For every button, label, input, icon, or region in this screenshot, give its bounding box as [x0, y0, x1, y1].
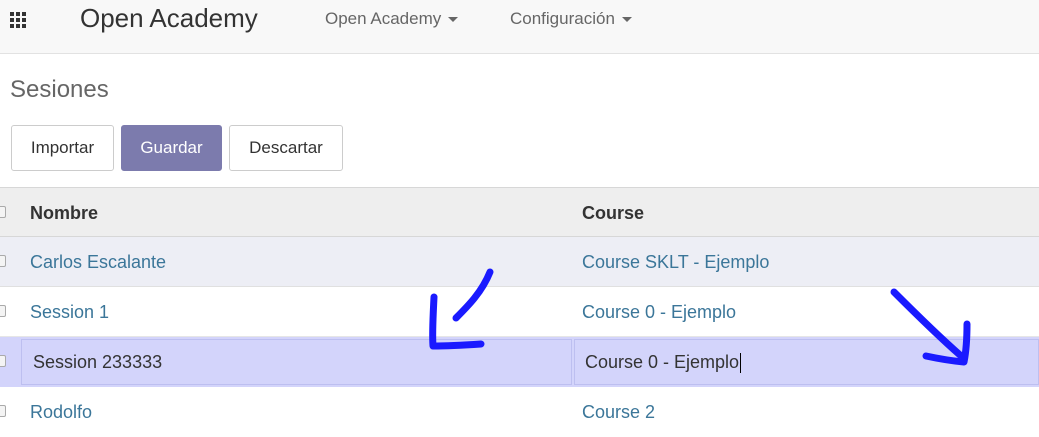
menu-configuracion[interactable]: Configuración — [510, 9, 632, 29]
table-row[interactable]: Session 1 Course 0 - Ejemplo — [0, 287, 1039, 337]
column-header-nombre[interactable]: Nombre — [30, 188, 98, 238]
table-row[interactable]: Rodolfo Course 2 — [0, 387, 1039, 437]
breadcrumb-title: Sesiones — [10, 76, 109, 103]
save-button[interactable]: Guardar — [121, 125, 222, 171]
session-name[interactable]: Session 1 — [30, 287, 109, 337]
row-checkbox[interactable] — [0, 405, 6, 417]
text-cursor — [740, 353, 742, 374]
caret-down-icon — [621, 17, 632, 23]
course-input[interactable]: Course 0 - Ejemplo — [574, 339, 1039, 385]
table-header: Nombre Course — [0, 187, 1039, 237]
row-checkbox[interactable] — [0, 255, 6, 267]
discard-button[interactable]: Descartar — [229, 125, 343, 171]
session-course[interactable]: Course 0 - Ejemplo — [582, 287, 736, 337]
session-course[interactable]: Course SKLT - Ejemplo — [582, 237, 769, 287]
name-input-value: Session 233333 — [33, 352, 163, 372]
menu-label: Configuración — [510, 9, 615, 28]
caret-down-icon — [448, 17, 459, 23]
menu-open-academy[interactable]: Open Academy — [325, 9, 459, 29]
app-grid-icon[interactable] — [10, 12, 27, 29]
course-input-value: Course 0 - Ejemplo — [585, 352, 740, 372]
row-checkbox[interactable] — [0, 305, 6, 317]
table-row-editing[interactable]: Session 233333 Course 0 - Ejemplo — [0, 337, 1039, 387]
import-button[interactable]: Importar — [11, 125, 114, 171]
session-name[interactable]: Carlos Escalante — [30, 237, 166, 287]
column-header-course[interactable]: Course — [582, 188, 644, 238]
top-navbar: Open Academy Open Academy Configuración — [0, 0, 1039, 54]
table-row[interactable]: Carlos Escalante Course SKLT - Ejemplo — [0, 237, 1039, 287]
row-checkbox[interactable] — [0, 355, 6, 367]
app-title: Open Academy — [80, 3, 258, 33]
name-input[interactable]: Session 233333 — [21, 339, 572, 385]
menu-label: Open Academy — [325, 9, 442, 28]
select-all-checkbox[interactable] — [0, 206, 6, 218]
session-name[interactable]: Rodolfo — [30, 387, 92, 437]
session-course[interactable]: Course 2 — [582, 387, 655, 437]
